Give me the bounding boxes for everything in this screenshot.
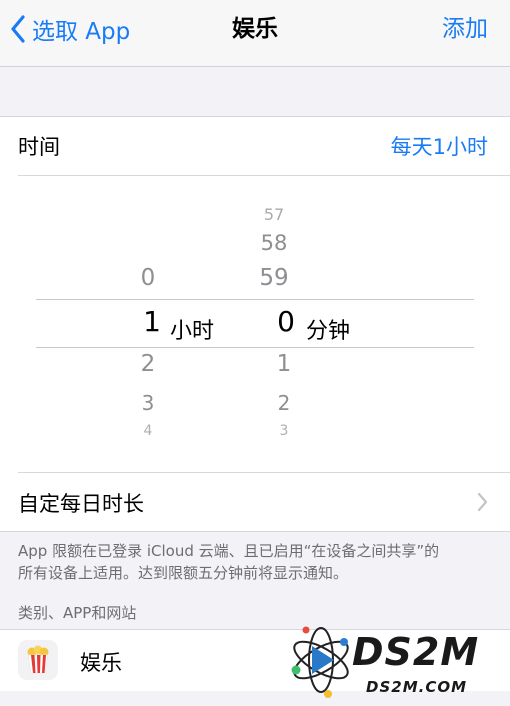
hour-option[interactable]: 4 <box>118 423 178 439</box>
minute-option[interactable]: 1 <box>254 351 314 377</box>
back-button[interactable]: 选取 App <box>10 12 130 46</box>
minute-option[interactable]: 3 <box>254 423 314 439</box>
custom-daily-duration-label: 自定每日时长 <box>18 492 144 516</box>
time-settings-group: 时间 每天1小时 0 1 小时 2 3 4 57 58 59 0 分钟 1 2 … <box>0 116 510 532</box>
add-button[interactable]: 添加 <box>442 12 488 46</box>
chevron-left-icon <box>11 15 25 43</box>
minute-option[interactable]: 59 <box>244 265 304 291</box>
minute-option[interactable]: 58 <box>244 231 304 255</box>
watermark-subtitle: DS2M.COM <box>366 678 468 696</box>
minute-unit-label: 分钟 <box>306 319 351 344</box>
time-row[interactable]: 时间 每天1小时 <box>0 117 510 175</box>
divider <box>18 175 510 176</box>
popcorn-icon <box>18 640 58 680</box>
hour-option[interactable]: 3 <box>118 391 178 415</box>
time-value: 每天1小时 <box>390 135 488 159</box>
limit-footnote: App 限额在已登录 iCloud 云端、且已启用“在设备之间共享”的 所有设备… <box>18 540 492 584</box>
category-label: 娱乐 <box>80 651 122 675</box>
footnote-line: App 限额在已登录 iCloud 云端、且已启用“在设备之间共享”的 <box>18 542 440 560</box>
footnote-line: 所有设备上适用。达到限额五分钟前将显示通知。 <box>18 564 349 582</box>
hour-unit-label: 小时 <box>170 319 215 344</box>
minute-option[interactable]: 57 <box>244 205 304 224</box>
picker-selection-top-line <box>36 299 474 300</box>
back-button-label: 选取 App <box>32 19 131 45</box>
custom-daily-duration-row[interactable]: 自定每日时长 <box>0 473 510 531</box>
duration-picker[interactable]: 0 1 小时 2 3 4 57 58 59 0 分钟 1 2 3 <box>0 177 510 473</box>
section-header: 类别、APP和网站 <box>18 604 137 622</box>
time-label: 时间 <box>18 135 60 159</box>
minute-option[interactable]: 2 <box>254 391 314 415</box>
hour-option[interactable]: 2 <box>118 351 178 377</box>
hour-option[interactable]: 0 <box>118 265 178 291</box>
watermark-title: DS2M <box>352 630 480 674</box>
picker-selection-bottom-line <box>36 347 474 348</box>
navigation-bar: 选取 App 娱乐 添加 <box>0 0 510 67</box>
watermark-logo: DS2M DS2M.COM <box>286 612 506 704</box>
atom-icon <box>291 626 349 698</box>
chevron-right-icon <box>477 492 488 512</box>
